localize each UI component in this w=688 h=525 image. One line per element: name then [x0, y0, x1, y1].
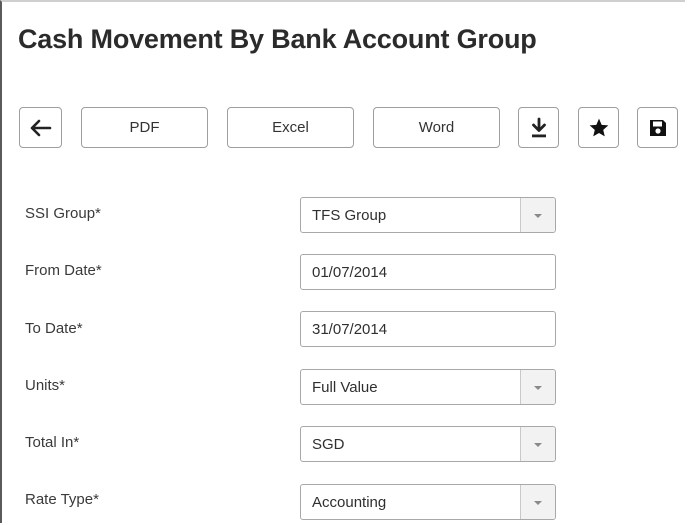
page-title: Cash Movement By Bank Account Group	[18, 24, 537, 54]
save-button[interactable]	[637, 107, 678, 148]
excel-button-label: Excel	[272, 119, 309, 136]
from-date-value: 01/07/2014	[312, 263, 388, 281]
units-value: Full Value	[312, 378, 378, 396]
caret-down-icon	[533, 378, 543, 396]
word-button[interactable]: Word	[373, 107, 500, 148]
download-icon	[530, 117, 548, 139]
ssi-group-label: SSI Group*	[25, 205, 101, 222]
dropdown-toggle[interactable]	[520, 370, 555, 404]
from-date-label: From Date*	[25, 262, 102, 279]
caret-down-icon	[533, 493, 543, 511]
rate-type-select[interactable]: Accounting	[300, 484, 556, 520]
total-in-value: SGD	[312, 435, 345, 453]
from-date-input[interactable]: 01/07/2014	[300, 254, 556, 290]
dropdown-toggle[interactable]	[520, 485, 555, 519]
total-in-select[interactable]: SGD	[300, 426, 556, 462]
rate-type-label: Rate Type*	[25, 491, 99, 508]
units-select[interactable]: Full Value	[300, 369, 556, 405]
favorite-button[interactable]	[578, 107, 619, 148]
download-button[interactable]	[518, 107, 559, 148]
dropdown-toggle[interactable]	[520, 198, 555, 232]
back-button[interactable]	[19, 107, 62, 148]
to-date-label: To Date*	[25, 320, 83, 337]
ssi-group-select[interactable]: TFS Group	[300, 197, 556, 233]
floppy-disk-icon	[648, 118, 668, 138]
to-date-input[interactable]: 31/07/2014	[300, 311, 556, 347]
caret-down-icon	[533, 206, 543, 224]
pdf-button-label: PDF	[129, 119, 160, 136]
total-in-label: Total In*	[25, 434, 80, 451]
word-button-label: Word	[418, 119, 455, 136]
star-icon	[588, 117, 610, 139]
arrow-left-icon	[30, 119, 52, 137]
units-label: Units*	[25, 377, 66, 394]
ssi-group-value: TFS Group	[312, 206, 387, 224]
excel-button[interactable]: Excel	[227, 107, 354, 148]
to-date-value: 31/07/2014	[312, 320, 388, 338]
pdf-button[interactable]: PDF	[81, 107, 208, 148]
rate-type-value: Accounting	[312, 493, 387, 511]
caret-down-icon	[533, 435, 543, 453]
dropdown-toggle[interactable]	[520, 427, 555, 461]
